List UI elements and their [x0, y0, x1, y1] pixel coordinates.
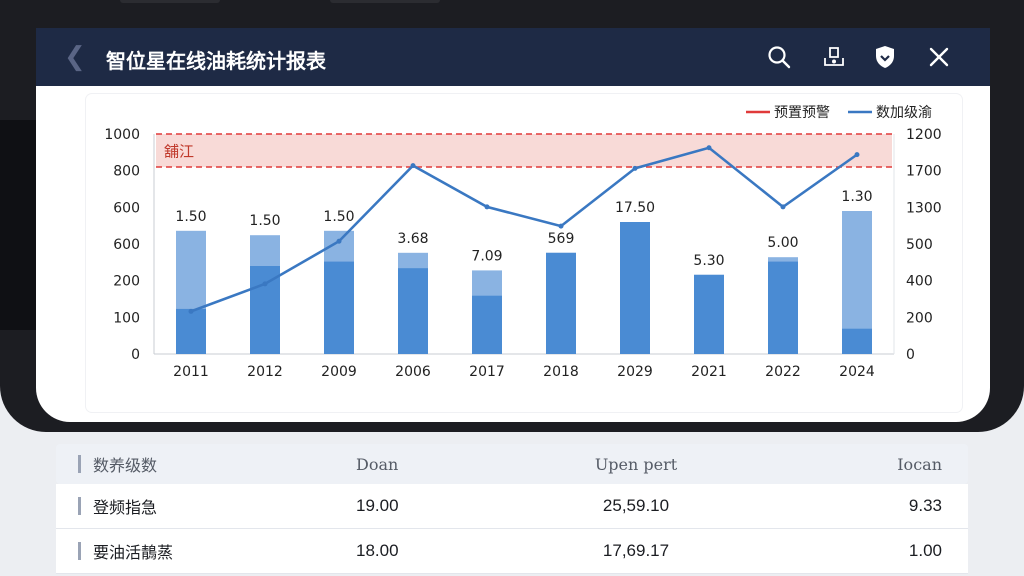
data-label: 3.68 [397, 231, 428, 247]
page-title: 智位星在线油耗统计报表 [106, 49, 326, 73]
y-tick-label-right: 1300 [906, 200, 942, 216]
x-tick-label: 2017 [469, 364, 505, 380]
data-label: 5.00 [767, 235, 798, 251]
warning-band-label: 舖江 [164, 143, 194, 161]
table-cell: 1.00 [908, 541, 942, 560]
bar-inner [768, 261, 798, 354]
y-tick-label-left: 200 [113, 274, 140, 290]
power-button [330, 0, 440, 3]
y-tick-label-left: 100 [113, 310, 140, 326]
column-header: Iocan [897, 454, 942, 474]
y-tick-label-left: 0 [131, 347, 140, 363]
bar-inner [546, 252, 576, 354]
data-label: 1.50 [323, 209, 354, 225]
column-header: Upen pert [594, 454, 678, 474]
line-point [262, 281, 268, 287]
line-point [558, 223, 564, 229]
row-marker [78, 497, 81, 515]
y-tick-label-right: 1700 [906, 164, 942, 180]
column-header: 数养级数 [93, 456, 158, 475]
line-point [410, 163, 416, 169]
y-tick-label-left: 600 [113, 237, 140, 253]
line-point [484, 204, 490, 210]
line-point [632, 165, 638, 171]
table-cell: 17,69.17 [602, 541, 670, 560]
stats-table: 数养级数 Doan Upen pert Iocan 登频指急 19.00 25,… [56, 444, 968, 574]
data-label: 569 [548, 231, 575, 247]
data-label: 1.30 [841, 189, 872, 205]
x-tick-label: 2024 [839, 364, 875, 380]
line-series [190, 146, 858, 313]
bar-inner [620, 222, 650, 354]
close-icon[interactable] [926, 44, 952, 70]
y-tick-label-left: 800 [113, 164, 140, 180]
app-screen: ❮ 智位星在线油耗统计报表 舖江 1000 800 600 600 200 100 0 120 [36, 28, 990, 422]
warning-band [156, 134, 892, 167]
x-tick-label: 2029 [617, 364, 653, 380]
row-label: 登频指急 [93, 498, 158, 517]
top-nav-bar: ❮ 智位星在线油耗统计报表 [36, 28, 990, 86]
bar-inner [176, 308, 206, 354]
y-tick-label-left: 600 [113, 200, 140, 216]
table-row[interactable]: 要油活鶄蒸 18.00 17,69.17 1.00 [56, 529, 968, 574]
data-label: 5.30 [693, 253, 724, 269]
y-tick-label-right: 200 [906, 310, 933, 326]
data-label: 7.09 [471, 248, 502, 264]
data-label: 1.50 [249, 213, 280, 229]
bar-inner [694, 274, 724, 354]
row-marker [78, 455, 81, 473]
line-point [854, 152, 860, 158]
line-point [780, 204, 786, 210]
y-tick-label-right: 500 [906, 237, 933, 253]
shield-icon[interactable] [872, 44, 898, 70]
y-tick-label-left: 1000 [104, 127, 140, 143]
table-cell: 19.00 [356, 496, 399, 515]
legend-label: 预置预警 [774, 105, 830, 121]
column-header: Doan [356, 454, 399, 474]
table-row[interactable]: 登频指急 19.00 25,59.10 9.33 [56, 484, 968, 529]
phone-frame: ❮ 智位星在线油耗统计报表 舖江 1000 800 600 600 200 100 0 120 [0, 0, 1024, 432]
chevron-left-icon[interactable]: ❮ [64, 42, 86, 72]
y-tick-label-right: 400 [906, 274, 933, 290]
bar-inner [398, 268, 428, 354]
x-tick-label: 2022 [765, 364, 801, 380]
x-tick-label: 2018 [543, 364, 579, 380]
data-label: 17.50 [615, 200, 655, 216]
line-point [188, 308, 194, 314]
line-point [336, 238, 342, 244]
x-tick-label: 2009 [321, 364, 357, 380]
x-tick-label: 2021 [691, 364, 727, 380]
data-label: 1.50 [175, 209, 206, 225]
row-marker [78, 542, 81, 560]
bar-inner [324, 261, 354, 354]
x-tick-label: 2011 [173, 364, 209, 380]
legend-label: 数加级渝 [876, 105, 932, 121]
table-cell: 18.00 [356, 541, 399, 560]
volume-button [120, 0, 220, 3]
y-tick-label-right: 1200 [906, 127, 942, 143]
search-icon[interactable] [766, 44, 792, 70]
y-tick-label-right: 0 [906, 347, 915, 363]
share-icon[interactable] [821, 44, 847, 70]
x-tick-label: 2012 [247, 364, 283, 380]
chart-card: 舖江 1000 800 600 600 200 100 0 1200 1700 1300 500 400… [86, 94, 962, 412]
bar-inner [472, 295, 502, 354]
table-cell: 9.33 [908, 496, 942, 515]
table-cell: 25,59.10 [602, 496, 670, 515]
row-label: 要油活鶄蒸 [93, 543, 174, 562]
table-header: 数养级数 Doan Upen pert Iocan [56, 444, 968, 484]
line-point [706, 145, 712, 151]
fuel-consumption-chart: 舖江10008006006002001000120017001300500400… [104, 105, 942, 380]
x-tick-label: 2006 [395, 364, 431, 380]
bar-inner [842, 328, 872, 354]
